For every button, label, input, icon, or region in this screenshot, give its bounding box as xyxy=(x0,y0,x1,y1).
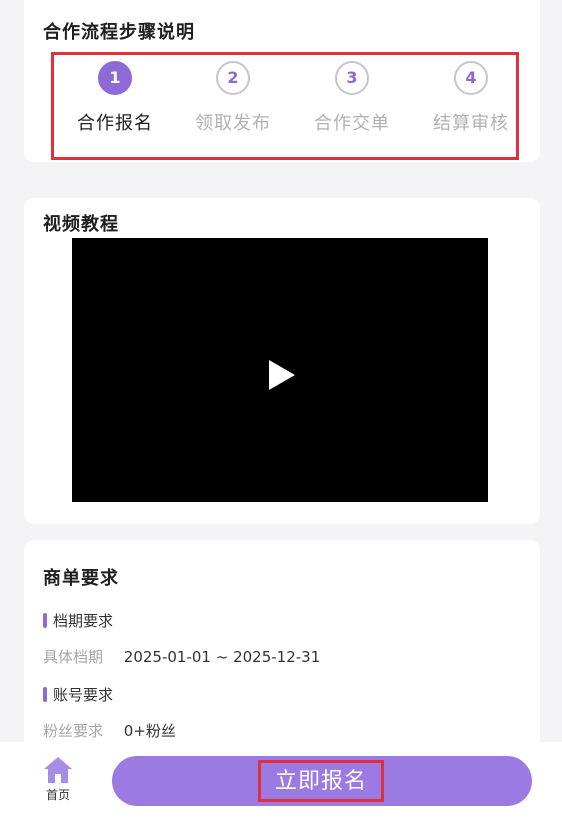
requirements-title: 商单要求 xyxy=(43,568,119,589)
process-title: 合作流程步骤说明 xyxy=(43,22,195,43)
step-label: 合作报名 xyxy=(77,113,153,134)
home-tab[interactable]: 首页 xyxy=(36,756,80,803)
step-4[interactable]: 4 结算审核 xyxy=(416,61,526,135)
home-icon xyxy=(44,757,72,783)
step-2[interactable]: 2 领取发布 xyxy=(178,61,288,135)
account-row: 粉丝要求 0+粉丝 xyxy=(43,720,176,741)
accent-bar xyxy=(43,687,47,702)
step-3[interactable]: 3 合作交单 xyxy=(297,61,407,135)
step-label: 合作交单 xyxy=(314,113,390,134)
schedule-heading: 档期要求 xyxy=(43,610,113,631)
video-title: 视频教程 xyxy=(43,214,119,235)
schedule-key: 具体档期 xyxy=(43,648,104,666)
step-number: 2 xyxy=(216,61,250,95)
accent-bar xyxy=(43,613,47,628)
video-card: 视频教程 xyxy=(24,198,540,524)
signup-button-label: 立即报名 xyxy=(258,760,384,802)
account-heading-label: 账号要求 xyxy=(53,686,114,704)
schedule-heading-label: 档期要求 xyxy=(53,612,114,630)
signup-button[interactable]: 立即报名 xyxy=(112,756,532,806)
step-number: 4 xyxy=(454,61,488,95)
page: 合作流程步骤说明 1 合作报名 2 领取发布 3 合作交单 4 结算审核 视频教… xyxy=(0,0,562,828)
step-label: 领取发布 xyxy=(195,113,271,134)
step-number: 1 xyxy=(98,61,132,95)
schedule-value: 2025-01-01 ~ 2025-12-31 xyxy=(123,648,321,666)
followers-value: 0+粉丝 xyxy=(123,722,176,740)
account-heading: 账号要求 xyxy=(43,684,113,705)
process-card: 合作流程步骤说明 1 合作报名 2 领取发布 3 合作交单 4 结算审核 xyxy=(24,0,540,162)
play-icon[interactable] xyxy=(267,358,297,392)
video-player[interactable] xyxy=(72,238,488,502)
step-label: 结算审核 xyxy=(433,113,509,134)
followers-key: 粉丝要求 xyxy=(43,722,104,740)
schedule-row: 具体档期 2025-01-01 ~ 2025-12-31 xyxy=(43,646,320,667)
home-label: 首页 xyxy=(45,788,70,802)
steps-highlight-box: 1 合作报名 2 领取发布 3 合作交单 4 结算审核 xyxy=(51,52,519,160)
bottom-bar: 首页 立即报名 xyxy=(0,742,562,828)
step-1[interactable]: 1 合作报名 xyxy=(60,61,170,135)
step-number: 3 xyxy=(335,61,369,95)
